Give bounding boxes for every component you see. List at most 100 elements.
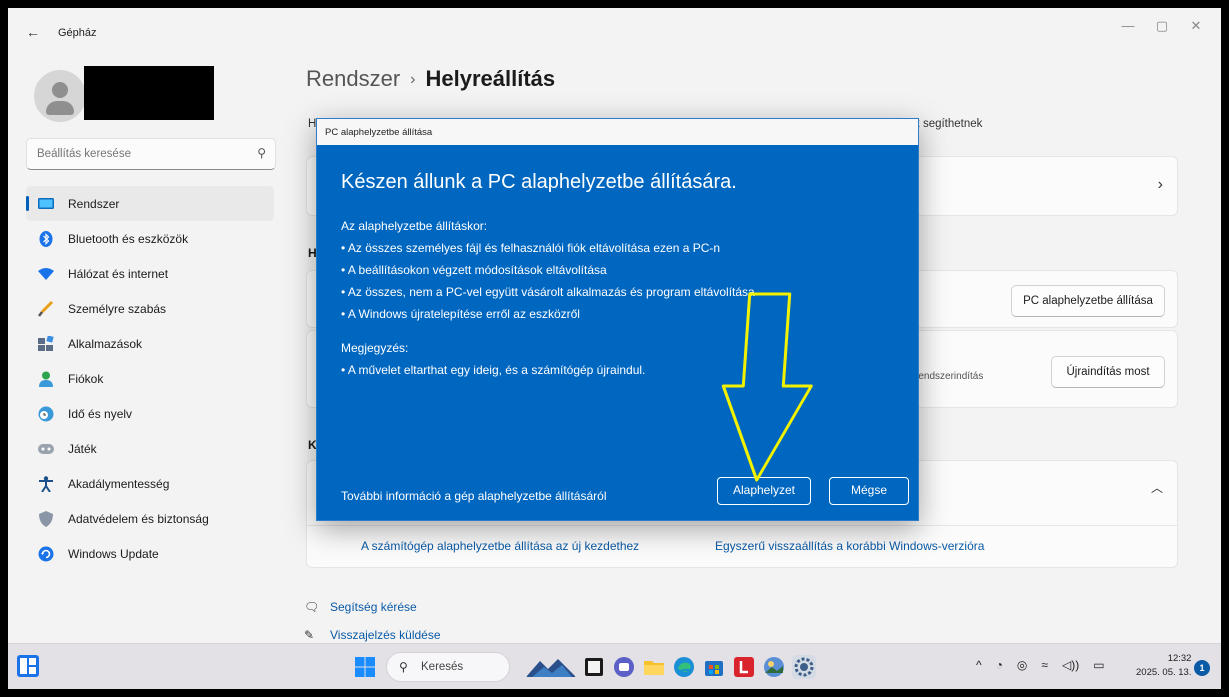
taskbar-search[interactable]: ⚲ Keresés	[386, 652, 510, 682]
cancel-button[interactable]: Mégse	[829, 477, 909, 505]
sidebar-item-label: Akadálymentesség	[68, 476, 170, 491]
app-title: Gépház	[58, 27, 97, 39]
sidebar-item-label: Játék	[68, 441, 97, 456]
back-arrow-icon[interactable]: ←	[26, 24, 40, 40]
dialog-note-bullet: • A művelet eltarthat egy ideig, és a sz…	[341, 363, 646, 377]
clock-date: 2025. 05. 13.	[1136, 667, 1192, 678]
settings-gear-icon[interactable]	[792, 655, 816, 679]
reset-pc-button[interactable]: PC alaphelyzetbe állítása	[1011, 285, 1165, 317]
rollback-windows-link[interactable]: Egyszerű visszaállítás a korábbi Windows…	[715, 539, 984, 553]
windows-update-icon	[38, 546, 54, 562]
edge-browser-icon[interactable]	[672, 655, 696, 679]
account-icon	[38, 371, 54, 387]
photos-app-icon[interactable]	[762, 655, 786, 679]
breadcrumb-separator: ›	[410, 71, 416, 88]
sidebar-item-privacy[interactable]: Adatvédelem és biztonság	[26, 501, 274, 536]
chevron-up-icon[interactable]: ^	[976, 658, 982, 672]
red-l-app-icon[interactable]	[732, 655, 756, 679]
dialog-title: PC alaphelyzetbe állítása	[325, 127, 433, 138]
taskbar-clock[interactable]: 12:32 2025. 05. 13.	[1136, 652, 1191, 680]
notification-badge[interactable]: 1	[1194, 660, 1210, 676]
screen-recorder-icon[interactable]: ◎	[1017, 658, 1027, 672]
sidebar-item-personalization[interactable]: Személyre szabás	[26, 291, 274, 326]
get-help-link[interactable]: 🗨 Segítség kérése	[304, 600, 417, 614]
task-view-icon[interactable]	[582, 655, 606, 679]
battery-icon[interactable]: ▭	[1093, 658, 1104, 672]
sidebar-item-label: Rendszer	[68, 196, 120, 211]
reset-confirm-button[interactable]: Alaphelyzet	[717, 477, 811, 505]
sidebar-item-label: Hálózat és internet	[68, 266, 169, 281]
dialog-note-heading: Megjegyzés:	[341, 341, 409, 355]
dialog-bullet: • Az összes, nem a PC-vel együtt vásárol…	[341, 285, 755, 299]
bluetooth-icon	[38, 230, 54, 247]
settings-screen: ← Gépház — ▢ ✕ ⚲ Rendszer Bluetooth és e…	[8, 8, 1221, 689]
feedback-link[interactable]: ✎ Visszajelzés küldése	[304, 628, 441, 642]
sidebar-item-windows-update[interactable]: Windows Update	[26, 536, 274, 571]
microsoft-store-icon[interactable]	[702, 655, 726, 679]
breadcrumb-parent[interactable]: Rendszer	[306, 66, 400, 91]
reset-pc-dialog: PC alaphelyzetbe állítása Készen állunk …	[316, 118, 919, 521]
system-display-icon	[38, 196, 54, 212]
reset-info-link[interactable]: További információ a gép alaphelyzetbe á…	[341, 489, 607, 503]
volume-icon[interactable]: ◁))	[1062, 658, 1079, 672]
dialog-title-bar: PC alaphelyzetbe állítása	[317, 119, 918, 145]
dialog-bullet: • A beállításokon végzett módosítások el…	[341, 263, 607, 277]
sidebar-item-label: Windows Update	[68, 546, 159, 561]
settings-search-box[interactable]: ⚲	[26, 138, 276, 170]
sidebar-item-label: Adatvédelem és biztonság	[68, 511, 209, 526]
search-icon: ⚲	[399, 660, 408, 674]
wifi-network-icon	[38, 266, 54, 282]
sidebar-item-accessibility[interactable]: Akadálymentesség	[26, 466, 274, 501]
help-chat-icon: 🗨	[304, 600, 320, 614]
search-input[interactable]	[37, 139, 247, 169]
user-avatar-icon[interactable]	[34, 70, 86, 122]
clock-time: 12:32	[1167, 653, 1192, 664]
sidebar-item-accounts[interactable]: Fiókok	[26, 361, 274, 396]
sidebar-item-label: Idő és nyelv	[68, 406, 133, 421]
apps-icon	[38, 335, 54, 352]
sidebar-item-label: Fiókok	[68, 371, 104, 386]
fresh-start-link[interactable]: A számítógép alaphelyzetbe állítása az ú…	[361, 539, 639, 553]
maximize-icon[interactable]: ▢	[1147, 18, 1177, 34]
sidebar-item-gaming[interactable]: Játék	[26, 431, 274, 466]
taskbar-search-label: Keresés	[421, 661, 464, 673]
sidebar-item-label: Alkalmazások	[68, 336, 143, 351]
feedback-label: Visszajelzés küldése	[330, 628, 441, 642]
paintbrush-icon	[38, 300, 54, 317]
wifi-icon[interactable]: ≈	[1041, 658, 1048, 672]
teams-chat-icon[interactable]	[612, 655, 636, 679]
widgets-icon[interactable]	[16, 654, 40, 678]
restart-now-button[interactable]: Újraindítás most	[1051, 356, 1165, 388]
dialog-bullet: • A Windows újratelepítése erről az eszk…	[341, 307, 580, 321]
sidebar-item-bluetooth[interactable]: Bluetooth és eszközök	[26, 221, 274, 256]
minimize-icon[interactable]: —	[1113, 18, 1143, 33]
user-name-redacted	[84, 66, 214, 120]
divider	[307, 525, 1177, 526]
sidebar-item-network[interactable]: Hálózat és internet	[26, 256, 274, 291]
description-end: k segíthetnek	[914, 118, 983, 130]
search-icon[interactable]: ⚲	[257, 146, 266, 160]
accessibility-icon	[38, 475, 54, 492]
sidebar-item-rendszer[interactable]: Rendszer	[26, 186, 274, 221]
feedback-icon: ✎	[304, 628, 315, 642]
shield-icon	[38, 510, 54, 527]
sidebar-item-label: Bluetooth és eszközök	[68, 231, 189, 246]
landscape-wallpaper-icon[interactable]	[526, 655, 576, 679]
dialog-body: Az alaphelyzetbe állításkor: • Az összes…	[341, 215, 901, 381]
sidebar-item-apps[interactable]: Alkalmazások	[26, 326, 274, 361]
close-icon[interactable]: ✕	[1181, 18, 1211, 34]
dialog-heading: Készen állunk a PC alaphelyzetbe állítás…	[341, 171, 737, 193]
file-explorer-icon[interactable]	[642, 655, 666, 679]
dialog-intro: Az alaphelyzetbe állításkor:	[341, 219, 488, 233]
dialog-bullet: • Az összes személyes fájl és felhasznál…	[341, 241, 721, 255]
system-tray: ^ ◔ ◎ ≈ ◁)) ▭	[976, 658, 1105, 672]
sidebar-nav: Rendszer Bluetooth és eszközök Hálózat é…	[26, 186, 276, 571]
chevron-up-icon[interactable]: ︿	[1151, 479, 1163, 496]
copilot-icon[interactable]: ◔	[996, 658, 1003, 672]
advanced-startup-description: rendszerindítás	[915, 371, 984, 382]
globe-clock-icon	[38, 406, 54, 422]
chevron-right-icon: ›	[1157, 176, 1163, 193]
sidebar-item-time-language[interactable]: Idő és nyelv	[26, 396, 274, 431]
windows-start-icon[interactable]	[355, 657, 375, 677]
breadcrumb: Rendszer › Helyreállítás	[306, 66, 555, 92]
